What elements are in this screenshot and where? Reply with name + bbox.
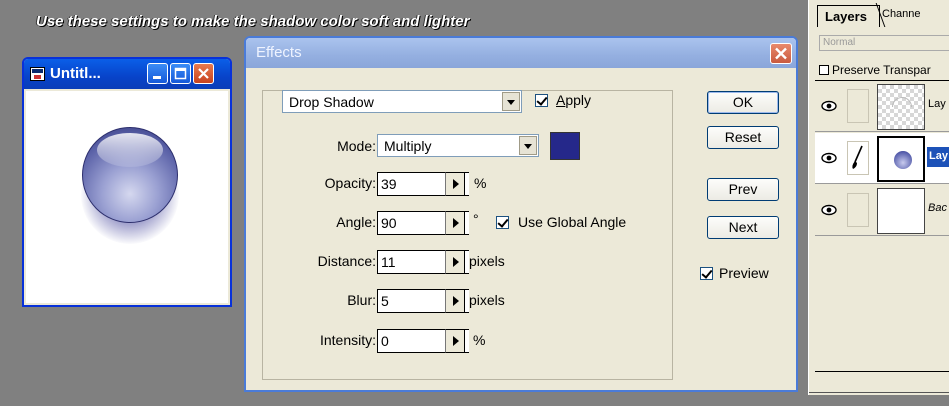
- angle-value: 90: [381, 215, 397, 231]
- close-icon: [198, 68, 209, 79]
- apply-accesskey: A: [556, 92, 566, 108]
- document-window[interactable]: Untitl...: [22, 57, 232, 307]
- prev-button[interactable]: Prev: [707, 178, 779, 201]
- preserve-transparency[interactable]: Preserve Transpar: [819, 63, 931, 77]
- effects-dialog-title: Effects: [256, 44, 302, 61]
- intensity-value: 0: [381, 333, 389, 349]
- layer-link-cell[interactable]: [847, 141, 869, 175]
- chevron-down-icon[interactable]: [502, 92, 520, 111]
- effect-type-value: Drop Shadow: [289, 94, 374, 110]
- tutorial-caption: Use these settings to make the shadow co…: [36, 13, 470, 30]
- brush-icon: [852, 145, 863, 169]
- distance-value: 11: [381, 254, 396, 270]
- layer-row[interactable]: Bac: [815, 185, 949, 236]
- intensity-slider-button[interactable]: [445, 329, 465, 353]
- opacity-unit: %: [474, 175, 487, 191]
- layer-thumbnail: [877, 84, 925, 130]
- blur-unit: pixels: [469, 292, 505, 308]
- preview-checkbox[interactable]: [700, 267, 713, 280]
- glass-orb-artwork: [82, 127, 178, 223]
- minimize-button[interactable]: [147, 63, 168, 84]
- use-global-angle-checkbox[interactable]: [496, 216, 509, 229]
- preserve-transparency-checkbox[interactable]: [819, 65, 829, 75]
- angle-label: Angle:: [336, 214, 376, 230]
- chevron-down-icon[interactable]: [519, 136, 537, 155]
- minimize-icon: [153, 76, 161, 79]
- document-canvas[interactable]: [26, 91, 228, 303]
- mode-select[interactable]: Multiply: [377, 134, 539, 157]
- layer-list: Lay Lay Bac: [815, 80, 949, 372]
- layer-name[interactable]: Lay: [927, 147, 949, 167]
- use-global-angle-label: Use Global Angle: [518, 214, 627, 230]
- distance-slider-button[interactable]: [445, 250, 465, 274]
- opacity-label: Opacity:: [324, 175, 376, 191]
- ok-button[interactable]: OK: [707, 91, 779, 114]
- intensity-unit: %: [473, 332, 486, 348]
- blur-value: 5: [381, 293, 389, 309]
- angle-slider-button[interactable]: [445, 211, 465, 235]
- intensity-label: Intensity:: [319, 332, 376, 348]
- reset-button[interactable]: Reset: [707, 126, 779, 149]
- layer-thumbnail: [877, 136, 925, 182]
- distance-label: Distance:: [317, 253, 376, 269]
- orb-thumbnail-art: [894, 151, 912, 169]
- preview-label: Preview: [719, 265, 769, 281]
- mode-value: Multiply: [384, 138, 432, 154]
- dialog-close-button[interactable]: [770, 43, 792, 64]
- maximize-icon: [174, 67, 187, 80]
- eye-icon[interactable]: [820, 203, 838, 217]
- effect-type-select[interactable]: Drop Shadow: [282, 90, 522, 113]
- blend-mode-select[interactable]: Normal: [819, 35, 949, 51]
- layer-row[interactable]: Lay: [815, 81, 949, 132]
- tab-layers[interactable]: Layers: [817, 5, 880, 27]
- layer-link-cell[interactable]: [847, 89, 869, 123]
- effects-dialog[interactable]: Effects Drop Shadow Apply Mode: Multiply…: [244, 36, 798, 392]
- preserve-transparency-label: Preserve Transpar: [832, 63, 931, 77]
- mode-label: Mode:: [337, 138, 376, 154]
- eye-icon[interactable]: [820, 99, 838, 113]
- distance-unit: pixels: [469, 253, 505, 269]
- effects-dialog-titlebar[interactable]: Effects: [246, 38, 796, 68]
- layer-link-cell[interactable]: [847, 193, 869, 227]
- layer-row[interactable]: Lay: [815, 133, 949, 184]
- palette-tabs: Layers Channe: [809, 0, 949, 30]
- layer-thumbnail: [877, 188, 925, 234]
- opacity-value: 39: [381, 176, 397, 192]
- close-icon: [775, 47, 787, 60]
- eye-icon[interactable]: [820, 151, 838, 165]
- arc-thumbnail-art: [892, 97, 912, 107]
- layers-palette[interactable]: Layers Channe Normal Preserve Transpar L…: [808, 0, 949, 395]
- blur-slider-button[interactable]: [445, 289, 465, 313]
- document-titlebar[interactable]: Untitl...: [24, 59, 230, 89]
- maximize-button[interactable]: [170, 63, 191, 84]
- close-button[interactable]: [193, 63, 214, 84]
- layer-name[interactable]: Bac: [928, 202, 949, 214]
- apply-checkbox[interactable]: [535, 94, 548, 107]
- layer-name[interactable]: Lay: [928, 98, 949, 110]
- photoshop-doc-icon: [30, 67, 45, 81]
- angle-unit: °: [473, 211, 479, 227]
- opacity-slider-button[interactable]: [445, 172, 465, 196]
- blur-label: Blur:: [347, 292, 376, 308]
- next-button[interactable]: Next: [707, 216, 779, 239]
- shadow-color-swatch[interactable]: [550, 132, 580, 160]
- tab-channels[interactable]: Channe: [882, 8, 921, 20]
- apply-label-text: pply: [565, 92, 592, 108]
- document-title: Untitl...: [50, 65, 101, 82]
- palette-footer: [809, 392, 949, 395]
- apply-label: Apply: [556, 92, 596, 108]
